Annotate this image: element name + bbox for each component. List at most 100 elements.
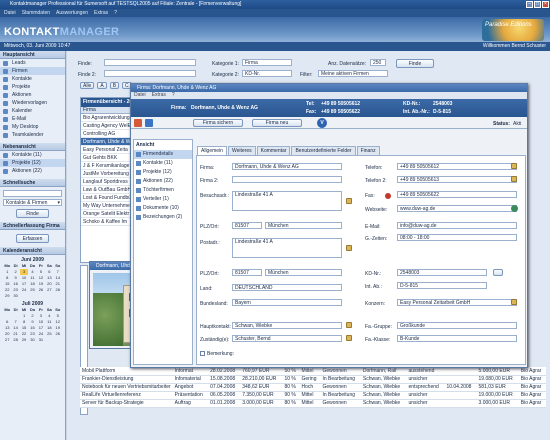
filter-select[interactable]: Meine aktiven Firmen bbox=[318, 70, 388, 77]
calendar-day[interactable]: 30 bbox=[11, 293, 19, 299]
alpha-filter-button[interactable]: Alle bbox=[80, 82, 95, 89]
calendar-day[interactable]: 25 bbox=[28, 287, 36, 293]
dialog-menu-item[interactable]: ? bbox=[172, 92, 175, 98]
menu-item[interactable]: Stammdaten bbox=[22, 10, 50, 16]
quick-search-scope-select[interactable]: Kontakte & Firmen ▾ bbox=[3, 199, 62, 206]
dialog-tab[interactable]: Finanz bbox=[356, 146, 380, 155]
company-list-row[interactable]: Lost & Found Fundbü bbox=[81, 194, 131, 202]
ort2-input[interactable]: München bbox=[265, 269, 342, 276]
bundesland-input[interactable]: Bayern bbox=[232, 299, 342, 306]
hauptkontakt-input[interactable]: Schwan, Wiebke bbox=[232, 322, 342, 329]
grid-row[interactable]: Server für Backup-Strategie Auftrag 01.01.… bbox=[80, 399, 546, 408]
calendar-day[interactable]: 29 bbox=[20, 337, 28, 343]
company-list-row[interactable]: Schoko & Kaffee Im bbox=[81, 218, 131, 226]
calendar-day[interactable]: 27 bbox=[45, 287, 53, 293]
telefon2-dial-icon[interactable] bbox=[511, 176, 517, 182]
kdnr-input[interactable]: 2548003 bbox=[397, 269, 487, 276]
dialog-tab[interactable]: Allgemein bbox=[197, 146, 227, 155]
webseite-input[interactable]: www.duw-ag.de bbox=[397, 205, 517, 212]
company-list-row[interactable]: Easy Personal Zeita bbox=[81, 146, 131, 154]
company-list-row[interactable]: Controlling AG bbox=[81, 130, 131, 138]
maximize-button[interactable]: □ bbox=[534, 1, 541, 8]
post-input[interactable]: Lindestraße 41 A bbox=[232, 238, 342, 258]
company-list-row[interactable]: Langlauf Sportdress bbox=[81, 178, 131, 186]
besuch-lookup-icon[interactable] bbox=[346, 198, 352, 204]
dialog-tab[interactable]: Weiteres bbox=[227, 146, 256, 155]
calendar-day[interactable]: 30 bbox=[28, 337, 36, 343]
fagruppe-input[interactable]: Großkunde bbox=[397, 322, 517, 329]
finde2-input[interactable] bbox=[104, 70, 196, 77]
v-icon[interactable]: V bbox=[317, 118, 327, 128]
konzern-lookup-icon[interactable] bbox=[511, 299, 517, 305]
calendar-day[interactable]: 24 bbox=[20, 287, 28, 293]
calendar-day[interactable]: 25 bbox=[45, 331, 53, 337]
globe-icon[interactable] bbox=[511, 205, 518, 212]
company-list-row[interactable]: Bio Agrarentwicklung bbox=[81, 114, 131, 122]
grid-row[interactable]: Mobil Plattform Informat 28.02.2008 760,97 … bbox=[80, 367, 546, 376]
dialog-nav-item[interactable]: Töchterfirmen bbox=[134, 186, 192, 195]
faklasse-input[interactable]: B-Kunde bbox=[397, 335, 517, 342]
menu-item[interactable]: Extras bbox=[94, 10, 108, 16]
grid-row[interactable]: RealLife Virtuellenreferenz Präsentation 0… bbox=[80, 391, 546, 400]
hauptkontakt-lookup-icon[interactable] bbox=[346, 322, 352, 328]
fax-input[interactable]: +49 89 50505622 bbox=[397, 191, 517, 198]
finde-input[interactable] bbox=[104, 59, 196, 66]
besuch-input[interactable]: Lindestraße 41 A bbox=[232, 191, 342, 211]
sidebar-item[interactable]: Firmen bbox=[0, 67, 65, 75]
kategorie2-select[interactable]: KD-Nr. bbox=[242, 70, 292, 77]
company-list-row[interactable]: JustMe Vorbereitung bbox=[81, 170, 131, 178]
calendar-day[interactable]: 28 bbox=[11, 337, 19, 343]
zeiten-input[interactable]: 08:00 - 18:00 bbox=[397, 234, 517, 241]
sidebar-item[interactable]: Aktionen bbox=[0, 91, 65, 99]
close-button[interactable]: × bbox=[542, 1, 549, 8]
company-list-row[interactable]: Dorfmann, Uhde & W bbox=[81, 138, 131, 146]
firma-input[interactable]: Dorfmann, Uhde & Wenz AG bbox=[232, 163, 342, 170]
minimize-button[interactable]: – bbox=[526, 1, 533, 8]
kategorie1-select[interactable]: Firma bbox=[242, 59, 292, 66]
zustaendig-input[interactable]: Schuster, Bernd bbox=[232, 335, 342, 342]
menu-item[interactable]: Auswertungen bbox=[56, 10, 88, 16]
company-list-row[interactable]: Casting Agency WelE bbox=[81, 122, 131, 130]
calendar-day[interactable]: 26 bbox=[37, 287, 45, 293]
dialog-nav-item[interactable]: Projekte (12) bbox=[134, 168, 192, 177]
calendar-day[interactable]: 31 bbox=[37, 337, 45, 343]
dialog-tab[interactable]: Benutzerdefinierte Felder bbox=[291, 146, 356, 155]
firma-neu-button[interactable]: Firma neu bbox=[252, 119, 302, 127]
neben-item[interactable]: Projekte (12) bbox=[0, 159, 65, 167]
sidebar-item[interactable]: Wiedervorlagen bbox=[0, 99, 65, 107]
calendar-day[interactable]: 26 bbox=[54, 331, 62, 337]
telefon-dial-icon[interactable] bbox=[511, 163, 517, 169]
dialog-menu-item[interactable]: Datei bbox=[134, 92, 146, 98]
menu-item[interactable]: ? bbox=[114, 10, 117, 16]
sidebar-item[interactable]: Teamkalender bbox=[0, 131, 65, 139]
dialog-menu-item[interactable]: Extras bbox=[152, 92, 166, 98]
dialog-nav-item[interactable]: Kontakte (11) bbox=[134, 159, 192, 168]
intab-input[interactable]: D-5-815 bbox=[397, 282, 487, 289]
alpha-filter-button[interactable]: B bbox=[109, 82, 120, 89]
plz1-input[interactable]: 81507 bbox=[232, 222, 262, 229]
dialog-tab[interactable]: Kommentar bbox=[256, 146, 291, 155]
delete-icon[interactable] bbox=[134, 119, 142, 127]
firma2-input[interactable] bbox=[232, 176, 342, 183]
email-input[interactable]: info@duw-ag.de bbox=[397, 222, 517, 229]
telefon2-input[interactable]: +49 89 50505613 bbox=[397, 176, 517, 183]
land-input[interactable]: DEUTSCHLAND bbox=[232, 284, 342, 291]
quick-search-input[interactable] bbox=[3, 190, 62, 197]
calendar-day[interactable]: 27 bbox=[3, 337, 11, 343]
sidebar-item[interactable]: Kalender bbox=[0, 107, 65, 115]
company-list-row[interactable]: My Way Unternehmer bbox=[81, 202, 131, 210]
kdnr-generate-button[interactable] bbox=[493, 269, 503, 276]
erfassen-button[interactable]: Erfassen bbox=[16, 234, 49, 243]
alpha-filter-button[interactable]: A bbox=[97, 82, 107, 89]
menu-item[interactable]: Datei bbox=[4, 10, 16, 16]
sidebar-item[interactable]: E-Mail bbox=[0, 115, 65, 123]
bemerkung-checkbox[interactable] bbox=[200, 351, 205, 356]
neben-item[interactable]: Kontakte (11) bbox=[0, 151, 65, 159]
grid-row[interactable]: Frankier-Dienstleistung Infomaterial 15.08… bbox=[80, 375, 546, 384]
anz-input[interactable]: 250 bbox=[370, 59, 386, 66]
dialog-nav-item[interactable]: Verteiler (1) bbox=[134, 195, 192, 204]
firma-sichern-button[interactable]: Firma sichern bbox=[193, 119, 243, 127]
dialog-nav-item[interactable]: Dokumente (10) bbox=[134, 204, 192, 213]
dialog-nav-item[interactable]: Firmendetails bbox=[134, 150, 192, 159]
company-list-row[interactable]: J & F Keramikanlage bbox=[81, 162, 131, 170]
